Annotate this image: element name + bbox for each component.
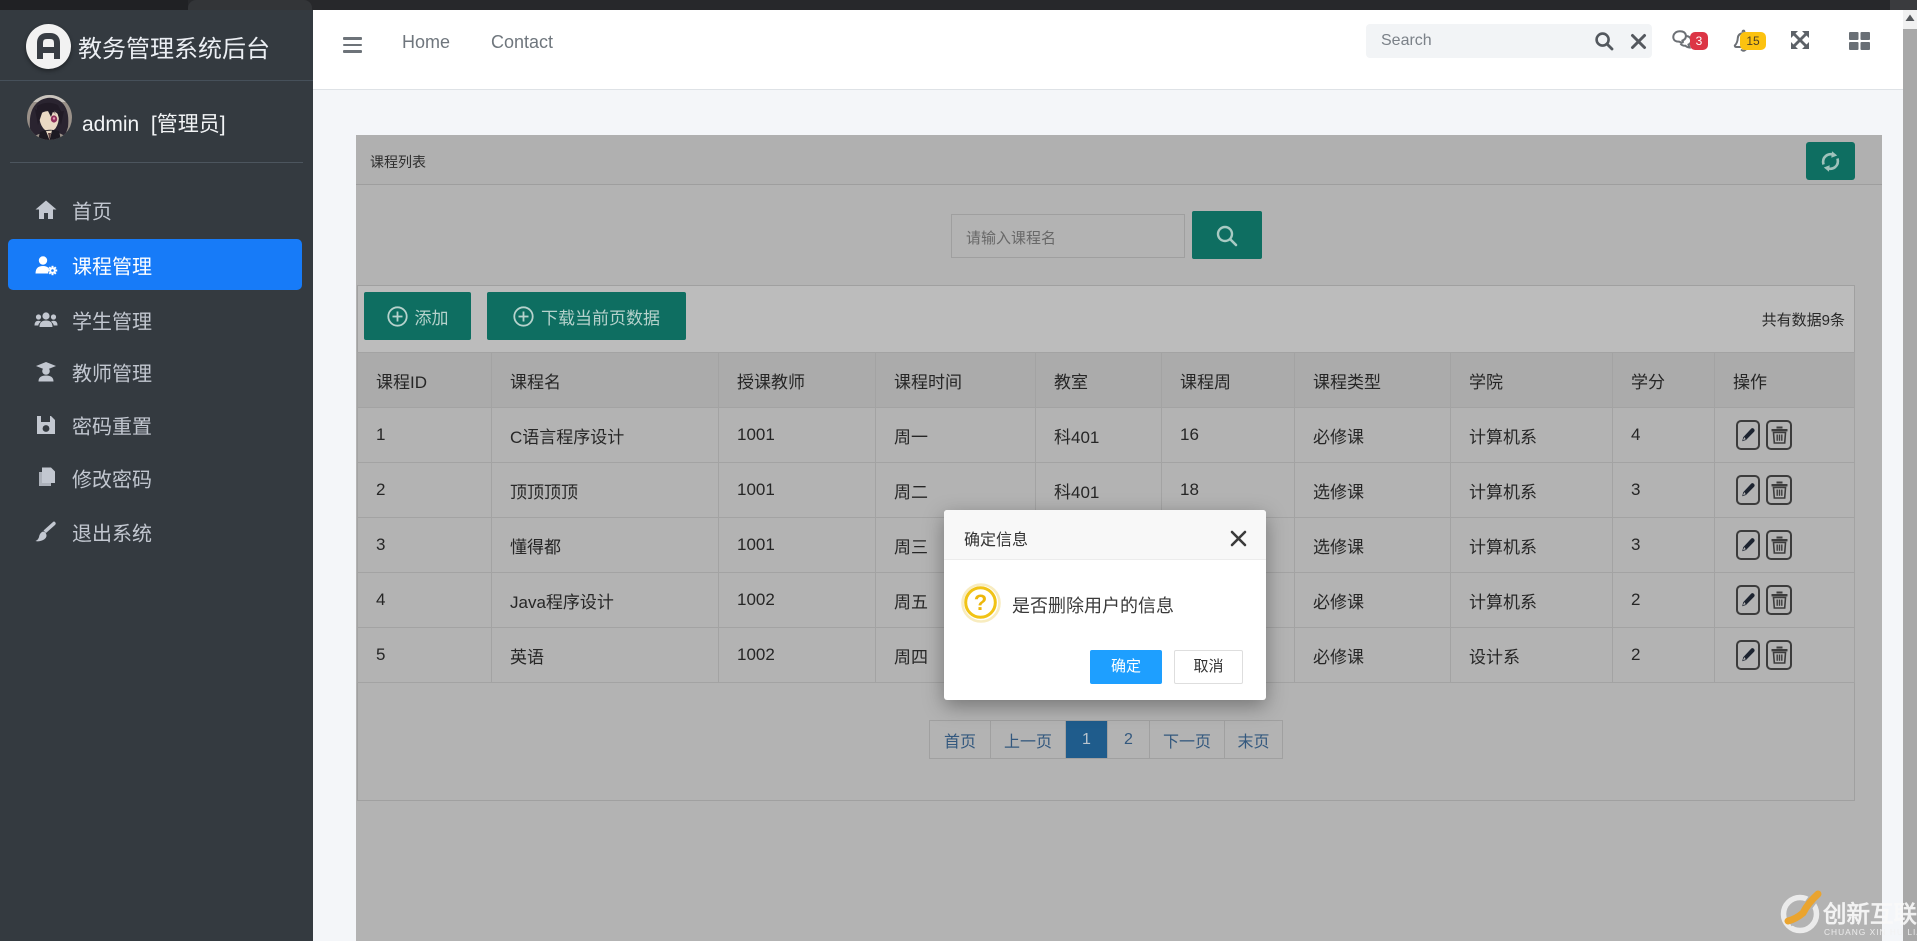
svg-text:创新互联: 创新互联	[1822, 900, 1917, 927]
svg-text:?: ?	[974, 590, 987, 615]
svg-text:CHUANG XIN HU LIAN: CHUANG XIN HU LIAN	[1824, 927, 1917, 937]
